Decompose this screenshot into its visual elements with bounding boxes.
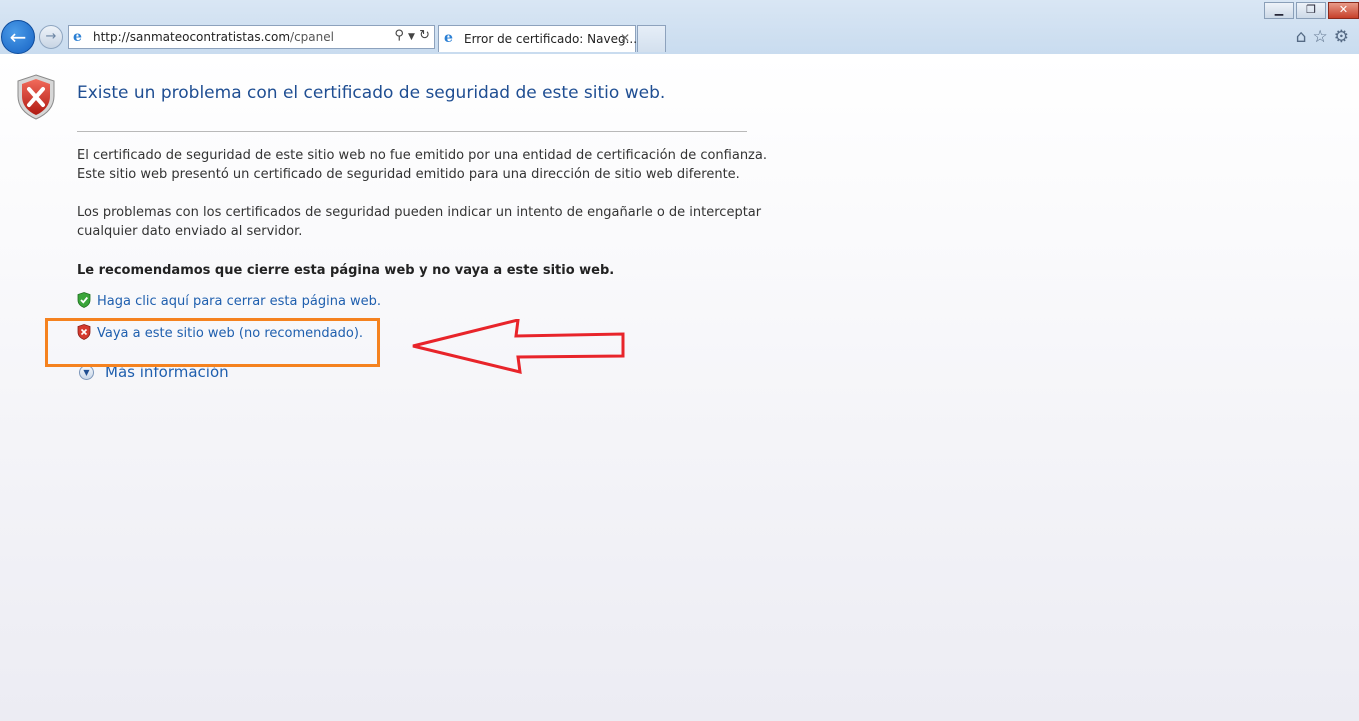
tab-certificate-error[interactable]: e Error de certificado: Naveg... ✕: [438, 25, 638, 52]
address-url-host: http://sanmateocontratistas.com: [93, 30, 291, 44]
address-url[interactable]: http://sanmateocontratistas.com/cpanel: [93, 30, 334, 44]
address-url-path: /cpanel: [290, 30, 334, 44]
warning-paragraph: Los problemas con los certificados de se…: [77, 205, 762, 239]
page-title: Existe un problema con el certificado de…: [77, 83, 666, 103]
explanation-paragraph: El certificado de seguridad de este siti…: [77, 148, 767, 182]
favorites-star-icon[interactable]: ☆: [1313, 27, 1334, 47]
divider: [77, 131, 747, 132]
close-window-button[interactable]: ✕: [1328, 2, 1359, 19]
green-shield-check-icon: [77, 292, 91, 308]
browser-chrome: ← → e http://sanmateocontratistas.com/cp…: [0, 0, 1359, 55]
ie-logo-icon: e: [73, 29, 82, 45]
settings-gear-icon[interactable]: ⚙: [1334, 27, 1355, 47]
close-page-link[interactable]: Haga clic aquí para cerrar esta página w…: [97, 294, 381, 309]
refresh-icon[interactable]: ↻: [419, 28, 430, 43]
ie-logo-icon: e: [444, 30, 453, 46]
tab-close-icon[interactable]: ✕: [620, 31, 630, 45]
tab-title: Error de certificado: Naveg...: [464, 32, 638, 46]
dropdown-chevron-icon[interactable]: ▼: [408, 32, 415, 42]
back-arrow-icon[interactable]: ←: [1, 20, 35, 54]
search-icon[interactable]: ⚲: [394, 28, 404, 43]
address-bar[interactable]: e http://sanmateocontratistas.com/cpanel…: [68, 25, 435, 49]
recommendation-text: Le recomendamos que cierre esta página w…: [77, 263, 615, 278]
certificate-error-page: Existe un problema con el certificado de…: [0, 54, 1359, 721]
expand-chevron-icon[interactable]: ▼: [79, 365, 94, 380]
shield-error-icon: [17, 74, 55, 120]
annotation-arrow-icon: [412, 319, 625, 374]
minimize-button[interactable]: ▁: [1264, 2, 1294, 19]
restore-button[interactable]: ❐: [1296, 2, 1326, 19]
forward-arrow-icon[interactable]: →: [39, 25, 63, 49]
annotation-highlight-box: [45, 318, 380, 367]
new-tab-button[interactable]: [637, 25, 666, 52]
home-icon[interactable]: ⌂: [1296, 27, 1313, 47]
